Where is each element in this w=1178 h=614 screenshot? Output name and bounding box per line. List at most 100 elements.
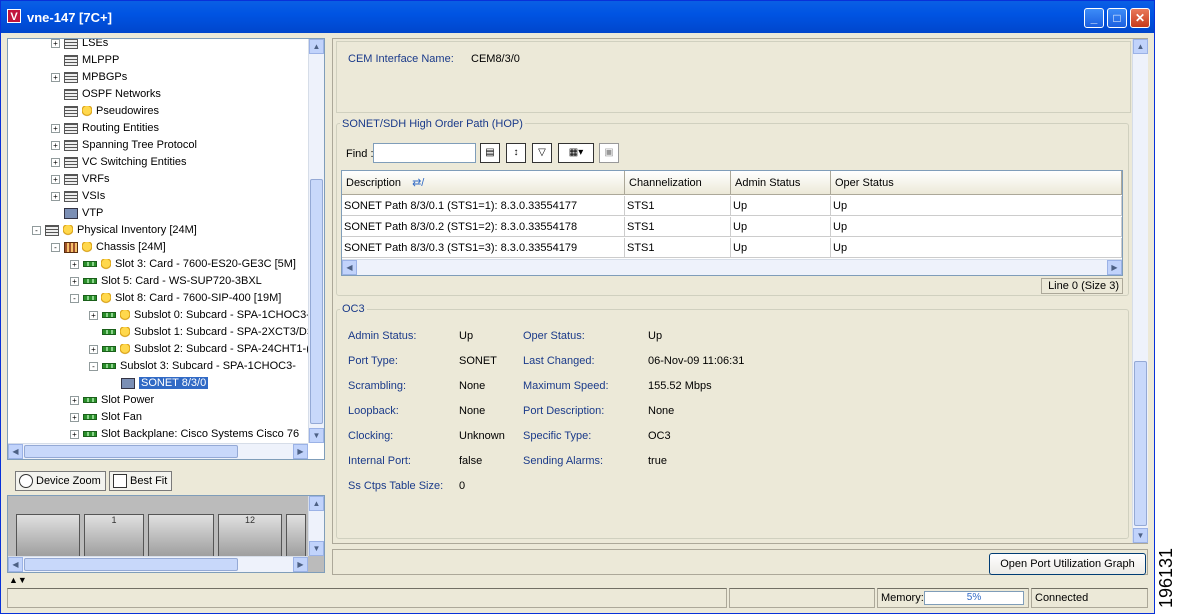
tree-node[interactable]: - Physical Inventory [24M] [32,222,197,239]
tree-node[interactable]: SONET 8/3/0 [108,375,209,392]
scroll-thumb[interactable] [24,558,238,571]
expand-icon[interactable]: + [51,174,60,184]
expand-icon[interactable]: + [51,72,60,82]
scroll-left-icon[interactable]: ◀ [8,444,23,459]
scroll-right-icon[interactable]: ▶ [1107,260,1122,275]
table-cell[interactable]: Up [831,196,1122,216]
expand-icon[interactable]: + [70,259,79,269]
expand-icon[interactable]: + [70,395,79,405]
save-table-icon[interactable]: ▤ [480,143,500,163]
table-horizontal-scrollbar[interactable]: ◀ ▶ [342,259,1122,275]
chassis-slot[interactable] [16,514,80,560]
collapse-icon[interactable]: - [70,293,79,303]
table-cell[interactable]: STS1 [625,238,731,258]
column-header-description[interactable]: Description ⇄/ [342,171,625,195]
tree-node[interactable]: MLPPP [51,52,119,69]
tree-node[interactable]: + Spanning Tree Protocol [51,137,197,154]
open-port-utilization-graph-button[interactable]: Open Port Utilization Graph [989,553,1146,575]
chassis-slot[interactable]: 1 [84,514,144,560]
tree-node[interactable]: Pseudowires [51,103,159,120]
table-cell[interactable]: STS1 [625,196,731,216]
tree-node[interactable]: OSPF Networks [51,86,161,103]
scroll-up-icon[interactable]: ▲ [1133,39,1148,54]
table-cell[interactable]: Up [731,196,831,216]
tree-node[interactable]: + Slot Backplane: Cisco Systems Cisco 76 [70,426,299,443]
tree-node[interactable]: + Subslot 0: Subcard - SPA-1CHOC3- [89,307,308,324]
filter-icon[interactable]: ▽ [532,143,552,163]
properties-vertical-scrollbar[interactable]: ▲ ▼ [1132,39,1148,543]
expand-icon[interactable]: + [51,140,60,150]
table-cell[interactable]: SONET Path 8/3/0.2 (STS1=2): 8.3.0.33554… [342,217,625,237]
expand-icon[interactable]: + [70,429,79,439]
best-fit-button[interactable]: Best Fit [109,471,173,491]
device-overview[interactable]: 1 12 ▲ ▼ ◀ ▶ [7,495,325,573]
scroll-down-icon[interactable]: ▼ [1133,528,1148,543]
expand-icon[interactable]: + [89,344,98,354]
tree-node[interactable]: - Chassis [24M] [51,239,166,256]
expand-icon[interactable]: + [70,276,79,286]
tree-node[interactable]: + Slot Fan [70,409,142,426]
tree-node[interactable]: + Slot Power [70,392,154,409]
tree-node[interactable]: VTP [51,205,103,222]
tree-node[interactable]: Subslot 1: Subcard - SPA-2XCT3/DS [89,324,308,341]
chassis-slot[interactable] [148,514,214,560]
scroll-left-icon[interactable]: ◀ [8,557,23,572]
expand-icon[interactable]: + [89,310,98,320]
column-header-channelization[interactable]: Channelization [625,171,731,195]
overview-vertical-scrollbar[interactable]: ▲ ▼ [308,496,324,556]
tree-node[interactable]: + Slot 5: Card - WS-SUP720-3BXL [70,273,262,290]
table-cell[interactable]: Up [831,217,1122,237]
collapse-arrows-icon[interactable]: ▲▼ [9,575,27,585]
device-zoom-button[interactable]: Device Zoom [15,471,106,491]
tree-node[interactable]: + Slot 3: Card - 7600-ES20-GE3C [5M] [70,256,296,273]
tree-node[interactable]: + VSIs [51,188,105,205]
inventory-icon [45,224,59,236]
sort-icon[interactable]: ↕ [506,143,526,163]
scroll-left-icon[interactable]: ◀ [342,260,357,275]
expand-icon[interactable]: + [51,157,60,167]
scroll-down-icon[interactable]: ▼ [309,541,324,556]
table-cell[interactable]: Up [831,238,1122,258]
column-header-oper-status[interactable]: Oper Status [831,171,1122,195]
tree-node[interactable]: - Subslot 3: Subcard - SPA-1CHOC3- [89,358,296,375]
expand-icon[interactable]: + [51,39,60,48]
close-button[interactable]: ✕ [1130,8,1150,28]
chassis-slot[interactable] [286,514,306,560]
expand-icon[interactable]: + [51,191,60,201]
tree-node[interactable]: - Slot 8: Card - 7600-SIP-400 [19M] [70,290,281,307]
tree-node[interactable]: + VRFs [51,171,110,188]
collapse-icon[interactable]: - [89,361,98,371]
collapse-icon[interactable]: - [32,225,41,235]
tree-node[interactable]: + MPBGPs [51,69,127,86]
minimize-button[interactable]: _ [1084,8,1104,28]
column-header-admin-status[interactable]: Admin Status [731,171,831,195]
tree-horizontal-scrollbar[interactable]: ◀ ▶ [8,443,308,459]
tree-node[interactable]: + Routing Entities [51,120,159,137]
scroll-down-icon[interactable]: ▼ [309,428,324,443]
expand-icon[interactable]: + [51,123,60,133]
expand-icon[interactable]: + [70,412,79,422]
tree-node[interactable]: + Subslot 2: Subcard - SPA-24CHT1-( [89,341,308,358]
chassis-slot[interactable]: 12 [218,514,282,560]
columns-dropdown-icon[interactable]: ▦▾ [558,143,594,163]
collapse-icon[interactable]: - [51,242,60,252]
table-cell[interactable]: Up [731,217,831,237]
table-cell[interactable]: SONET Path 8/3/0.1 (STS1=1): 8.3.0.33554… [342,196,625,216]
table-cell[interactable]: Up [731,238,831,258]
tree-node[interactable]: + LSEs [51,39,108,52]
scroll-up-icon[interactable]: ▲ [309,496,324,511]
scroll-thumb[interactable] [24,445,238,458]
scroll-right-icon[interactable]: ▶ [293,444,308,459]
scroll-up-icon[interactable]: ▲ [309,39,324,54]
tree-node[interactable]: + VC Switching Entities [51,154,187,171]
table-cell[interactable]: STS1 [625,217,731,237]
overview-horizontal-scrollbar[interactable]: ◀ ▶ [8,556,308,572]
scroll-right-icon[interactable]: ▶ [293,557,308,572]
table-cell[interactable]: SONET Path 8/3/0.3 (STS1=3): 8.3.0.33554… [342,238,625,258]
title-bar[interactable]: V vne-147 [7C+] _ □ ✕ [1,1,1154,33]
maximize-button[interactable]: □ [1107,8,1127,28]
tree-vertical-scrollbar[interactable]: ▲ ▼ [308,39,324,443]
scroll-thumb[interactable] [1134,361,1147,526]
scroll-thumb[interactable] [310,179,323,424]
find-input[interactable] [373,143,476,163]
